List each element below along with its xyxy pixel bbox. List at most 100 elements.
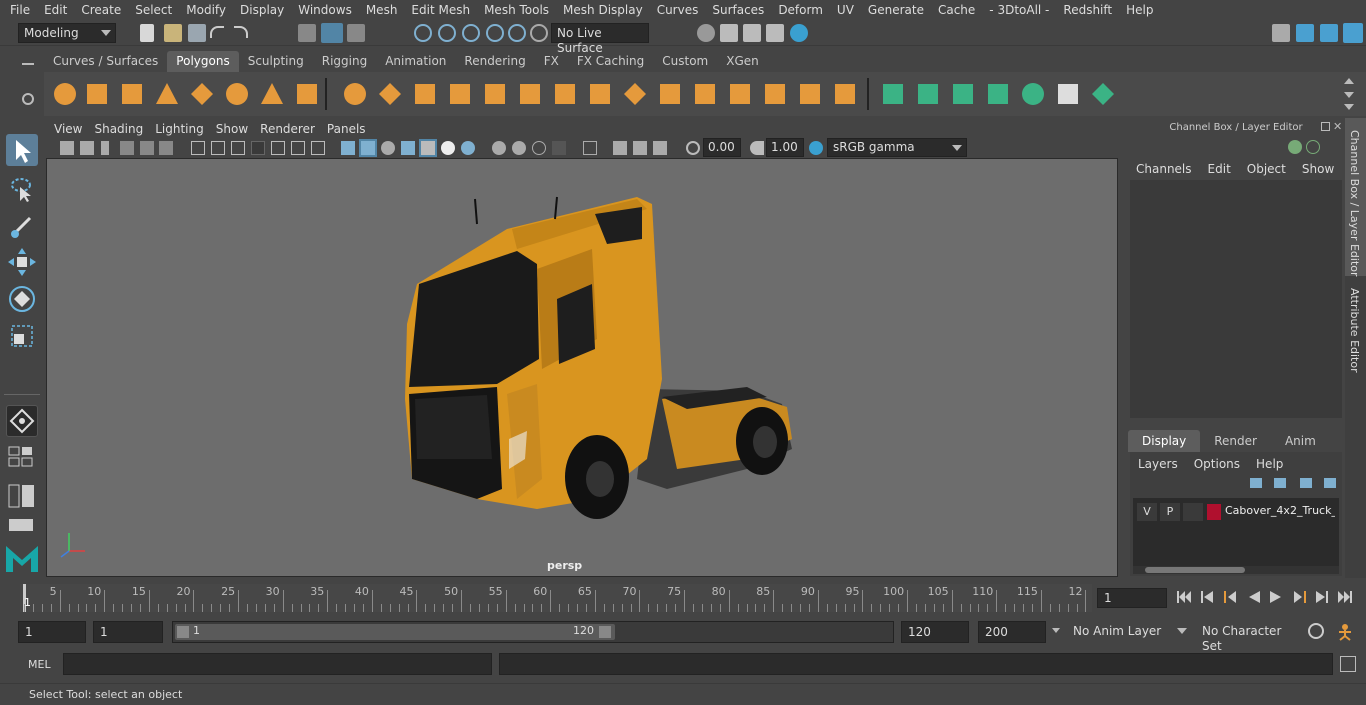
mel-input[interactable] <box>63 653 492 675</box>
shelf-settings-icon[interactable] <box>22 93 34 105</box>
menu-mesh[interactable]: Mesh <box>359 3 405 17</box>
super-shape-icon[interactable] <box>342 81 368 107</box>
ipr-render-icon[interactable] <box>743 24 761 42</box>
multi-cut-icon[interactable] <box>587 81 613 107</box>
single-pane-layout-icon[interactable] <box>8 446 36 468</box>
combine-icon[interactable] <box>377 81 403 107</box>
step-back-key-icon[interactable] <box>1199 589 1215 605</box>
range-slider[interactable]: 1 120 <box>172 621 894 643</box>
wireframe-icon[interactable] <box>341 141 355 155</box>
anim-preferences-icon[interactable] <box>1336 623 1354 641</box>
extrude-icon[interactable] <box>552 81 578 107</box>
menu-surfaces[interactable]: Surfaces <box>705 3 771 17</box>
end-time-field[interactable]: 200 <box>978 621 1046 643</box>
save-scene-icon[interactable] <box>188 24 206 42</box>
shelf-tab-rigging[interactable]: Rigging <box>313 51 376 72</box>
menu-3dtoall[interactable]: - 3DtoAll - <box>982 3 1056 17</box>
menu-mesh-display[interactable]: Mesh Display <box>556 3 650 17</box>
menu-help[interactable]: Help <box>1119 3 1160 17</box>
cube-icon[interactable] <box>84 81 110 107</box>
two-pane-layout-icon[interactable] <box>8 484 36 508</box>
shelf-tab-fx[interactable]: FX <box>535 51 568 72</box>
shelf-tab-xgen[interactable]: XGen <box>717 51 768 72</box>
snap-surface-icon[interactable] <box>508 24 526 42</box>
depth-of-field-icon[interactable] <box>552 141 566 155</box>
shelf-tab-polygons[interactable]: Polygons <box>167 51 239 72</box>
close-icon[interactable]: ✕ <box>1333 120 1342 133</box>
menu-curves[interactable]: Curves <box>650 3 706 17</box>
cylindrical-map-icon[interactable] <box>950 81 976 107</box>
open-scene-icon[interactable] <box>164 24 182 42</box>
bridge-icon[interactable] <box>517 81 543 107</box>
go-to-start-icon[interactable] <box>1176 589 1192 605</box>
colorspace-dropdown[interactable]: sRGB gamma <box>827 138 967 157</box>
panel-menu-show[interactable]: Show <box>210 122 254 136</box>
menu-file[interactable]: File <box>3 3 37 17</box>
toggle-channel-box-icon[interactable] <box>1343 23 1363 43</box>
range-end-handle[interactable] <box>599 626 611 638</box>
channel-menu-edit[interactable]: Edit <box>1200 160 1239 178</box>
time-ruler[interactable]: 1 5 10 15 20 25 30 35 40 45 50 55 60 65 70 75 80 85 90 95 1… <box>20 584 1092 612</box>
shelf-menu-icon[interactable] <box>22 63 34 65</box>
automatic-map-icon[interactable] <box>985 81 1011 107</box>
mirror-icon[interactable] <box>762 81 788 107</box>
isolate-select-icon[interactable] <box>583 141 597 155</box>
mel-label[interactable]: MEL <box>28 658 51 671</box>
target-weld-icon[interactable] <box>622 81 648 107</box>
gamma-field[interactable]: 1.00 <box>766 138 804 157</box>
character-set-dropdown[interactable]: No Character Set <box>1196 621 1300 653</box>
separate-icon[interactable] <box>412 81 438 107</box>
xray-components-icon[interactable] <box>653 141 667 155</box>
menu-display[interactable]: Display <box>233 3 291 17</box>
motion-blur-icon[interactable] <box>512 141 526 155</box>
gamma-icon[interactable] <box>750 141 764 155</box>
channel-menu-channels[interactable]: Channels <box>1128 160 1200 178</box>
rotate-tool[interactable] <box>6 283 38 315</box>
layer-scrollbar-thumb[interactable] <box>1145 567 1245 573</box>
live-surface-icon[interactable] <box>530 24 548 42</box>
render-view-icon[interactable] <box>697 24 715 42</box>
layer-row[interactable]: V P Cabover_4x2_Truck_Ext <box>1135 502 1337 522</box>
panel-menu-view[interactable]: View <box>48 122 88 136</box>
insert-edge-loop-icon[interactable] <box>692 81 718 107</box>
layer-tab-anim[interactable]: Anim <box>1270 430 1330 452</box>
shelf-tab-custom[interactable]: Custom <box>653 51 717 72</box>
undo-icon[interactable] <box>210 26 224 38</box>
cone-icon[interactable] <box>154 81 180 107</box>
xray-joints-icon[interactable] <box>633 141 647 155</box>
range-slider-bar[interactable] <box>175 624 615 640</box>
pyramid-icon[interactable] <box>259 81 285 107</box>
select-tool[interactable] <box>6 134 38 166</box>
layer-color-swatch[interactable] <box>1207 504 1221 520</box>
film-gate-icon[interactable] <box>211 141 225 155</box>
cylinder-icon[interactable] <box>119 81 145 107</box>
pipe-icon[interactable] <box>294 81 320 107</box>
symmetry-icon[interactable] <box>1090 81 1116 107</box>
layer-scrollbar[interactable] <box>1133 566 1339 574</box>
panel-menu-renderer[interactable]: Renderer <box>254 122 321 136</box>
shelf-tab-curves-surfaces[interactable]: Curves / Surfaces <box>44 51 167 72</box>
xray-icon[interactable] <box>613 141 627 155</box>
snap-curve-icon[interactable] <box>438 24 456 42</box>
layer-tab-render[interactable]: Render <box>1200 430 1271 452</box>
move-layer-down-icon[interactable] <box>1274 478 1286 488</box>
menu-edit[interactable]: Edit <box>37 3 74 17</box>
gate-mask-icon[interactable] <box>251 141 265 155</box>
layer-menu-help[interactable]: Help <box>1248 455 1291 473</box>
field-chart-icon[interactable] <box>271 141 285 155</box>
connect-icon[interactable] <box>657 81 683 107</box>
panel-menu-shading[interactable]: Shading <box>88 122 149 136</box>
resolution-gate-icon[interactable] <box>231 141 245 155</box>
grease-pencil-icon[interactable] <box>159 141 173 155</box>
new-scene-icon[interactable] <box>140 24 154 42</box>
playback-start-field[interactable]: 1 <box>93 621 163 643</box>
step-forward-frame-icon[interactable] <box>1292 589 1308 605</box>
auto-key-icon[interactable] <box>1308 623 1324 639</box>
smooth-icon[interactable] <box>447 81 473 107</box>
snap-point-icon[interactable] <box>462 24 480 42</box>
bookmark-icon[interactable] <box>101 141 109 155</box>
playback-end-field[interactable]: 120 <box>901 621 969 643</box>
select-hierarchy-icon[interactable] <box>298 24 316 42</box>
render-settings-icon[interactable] <box>766 24 784 42</box>
planar-map-icon[interactable] <box>915 81 941 107</box>
